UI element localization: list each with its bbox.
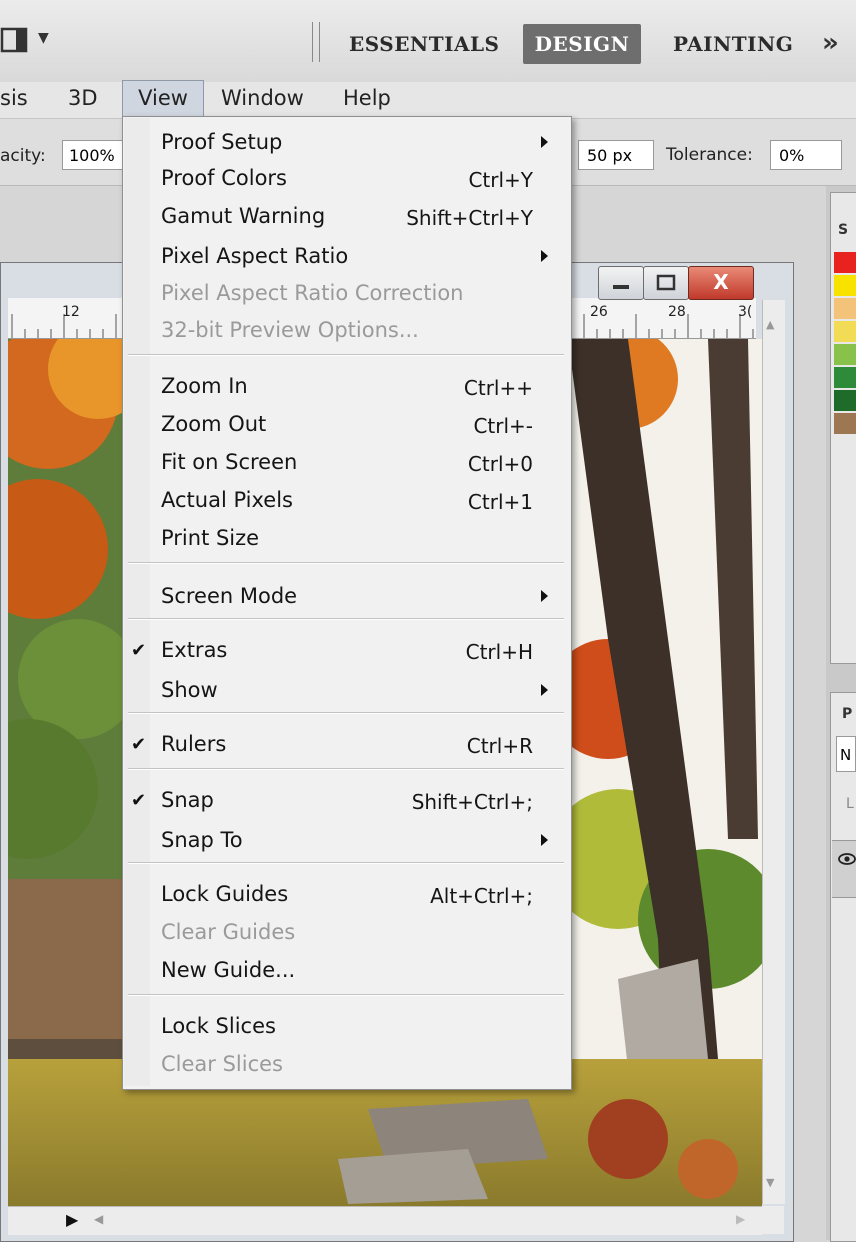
layers-panel	[830, 692, 856, 1242]
menu-shortcut: Ctrl+0	[467, 452, 533, 476]
menu-shortcut: Alt+Ctrl+;	[430, 884, 533, 908]
maximize-button[interactable]	[643, 266, 689, 300]
more-workspaces-icon[interactable]: »	[822, 28, 839, 58]
tolerance-field[interactable]: 0%	[770, 140, 842, 170]
next-frame-icon[interactable]: ▶	[66, 1210, 78, 1229]
submenu-arrow-icon	[541, 250, 548, 262]
ruler-mark: 3(	[738, 304, 753, 320]
color-swatch[interactable]	[834, 344, 856, 365]
swatches-tab[interactable]: S	[838, 222, 848, 238]
eye-icon[interactable]	[838, 852, 856, 866]
menu-shortcut: Shift+Ctrl+;	[411, 790, 533, 814]
submenu-arrow-icon	[541, 136, 548, 148]
menu-separator	[128, 618, 564, 620]
color-swatch[interactable]	[834, 390, 856, 411]
close-button[interactable]: X	[688, 266, 754, 300]
menu-separator	[128, 768, 564, 770]
toolbar-divider	[312, 22, 320, 62]
checkmark-icon: ✔	[131, 734, 147, 755]
menu-shortcut: Ctrl+R	[466, 734, 533, 758]
ruler-mark: 28	[668, 304, 686, 320]
menu-gutter	[124, 118, 150, 1086]
layer-row[interactable]	[832, 840, 856, 898]
checkmark-icon: ✔	[131, 790, 147, 811]
vertical-scrollbar[interactable]	[762, 300, 785, 1204]
menu-item-screen-mode[interactable]: Screen Mode	[161, 584, 297, 608]
scroll-right-icon[interactable]: ▶	[736, 1212, 745, 1226]
workspace-essentials[interactable]: ESSENTIALS	[349, 32, 499, 56]
menu-view[interactable]: View	[122, 80, 204, 117]
menu-item-gamut-warning[interactable]: Gamut Warning	[161, 204, 325, 228]
color-swatch[interactable]	[834, 321, 856, 342]
blend-mode-field[interactable]: N	[836, 736, 856, 772]
menu-analysis[interactable]: sis	[0, 86, 28, 110]
workspace-painting[interactable]: PAINTING	[673, 32, 793, 56]
menu-item-lock-guides[interactable]: Lock Guides	[161, 882, 288, 906]
menu-item-proof-colors[interactable]: Proof Colors	[161, 166, 287, 190]
minimize-button[interactable]	[598, 266, 644, 300]
menu-item-pixel-aspect-ratio-correction: Pixel Aspect Ratio Correction	[161, 281, 464, 305]
menu-item-32-bit-preview-options: 32-bit Preview Options...	[161, 318, 419, 342]
menu-item-proof-setup[interactable]: Proof Setup	[161, 130, 282, 154]
menu-window[interactable]: Window	[221, 86, 304, 110]
color-swatch[interactable]	[834, 413, 856, 434]
submenu-arrow-icon	[541, 590, 548, 602]
color-swatch[interactable]	[834, 367, 856, 388]
menu-shortcut: Ctrl+H	[465, 640, 533, 664]
menu-item-fit-on-screen[interactable]: Fit on Screen	[161, 450, 297, 474]
menu-item-show[interactable]: Show	[161, 678, 218, 702]
scroll-down-icon[interactable]: ▼	[766, 1176, 774, 1189]
menu-separator	[128, 994, 564, 996]
menu-item-clear-guides: Clear Guides	[161, 920, 296, 944]
color-swatch[interactable]	[834, 275, 856, 296]
menu-item-zoom-in[interactable]: Zoom In	[161, 374, 248, 398]
size-field[interactable]: 50 px	[578, 140, 654, 170]
menu-item-snap[interactable]: Snap	[161, 788, 214, 812]
menu-item-new-guide[interactable]: New Guide...	[161, 958, 295, 982]
horizontal-scrollbar[interactable]	[8, 1206, 762, 1235]
screen-layout-icon[interactable]	[0, 26, 32, 56]
submenu-arrow-icon	[541, 684, 548, 696]
menu-separator	[128, 562, 564, 564]
menu-separator	[128, 354, 564, 356]
scroll-left-icon[interactable]: ◀	[94, 1212, 103, 1226]
tolerance-label: Tolerance:	[666, 145, 753, 165]
workspace-design[interactable]: DESIGN	[523, 24, 641, 64]
layers-tab[interactable]: P	[842, 706, 852, 722]
menu-item-extras[interactable]: Extras	[161, 638, 227, 662]
menu-shortcut: Ctrl+Y	[468, 168, 533, 192]
menu-item-zoom-out[interactable]: Zoom Out	[161, 412, 266, 436]
menu-item-lock-slices[interactable]: Lock Slices	[161, 1014, 276, 1038]
menu-item-snap-to[interactable]: Snap To	[161, 828, 243, 852]
menu-item-pixel-aspect-ratio[interactable]: Pixel Aspect Ratio	[161, 244, 348, 268]
lock-label: L	[846, 796, 854, 812]
color-swatch[interactable]	[834, 298, 856, 319]
menu-item-rulers[interactable]: Rulers	[161, 732, 226, 756]
resize-grip-icon[interactable]	[762, 1206, 784, 1234]
opacity-label: acity:	[0, 146, 46, 166]
menu-help[interactable]: Help	[343, 86, 391, 110]
ruler-mark: 26	[590, 304, 608, 320]
scroll-up-icon[interactable]: ▲	[766, 318, 774, 331]
menu-shortcut: Ctrl+1	[467, 490, 533, 514]
menu-item-clear-slices: Clear Slices	[161, 1052, 284, 1076]
menu-3d[interactable]: 3D	[68, 86, 98, 110]
checkmark-icon: ✔	[131, 640, 147, 661]
menu-shortcut: Shift+Ctrl+Y	[406, 206, 533, 230]
color-swatch[interactable]	[834, 252, 856, 273]
menu-separator	[128, 712, 564, 714]
menu-shortcut: Ctrl+-	[473, 414, 533, 438]
menu-shortcut: Ctrl++	[463, 376, 533, 400]
submenu-arrow-icon	[541, 834, 548, 846]
chevron-down-icon[interactable]: ▼	[38, 30, 49, 46]
menu-item-print-size[interactable]: Print Size	[161, 526, 259, 550]
menu-separator	[128, 862, 564, 864]
menu-item-actual-pixels[interactable]: Actual Pixels	[161, 488, 293, 512]
ruler-mark: 12	[62, 304, 80, 320]
